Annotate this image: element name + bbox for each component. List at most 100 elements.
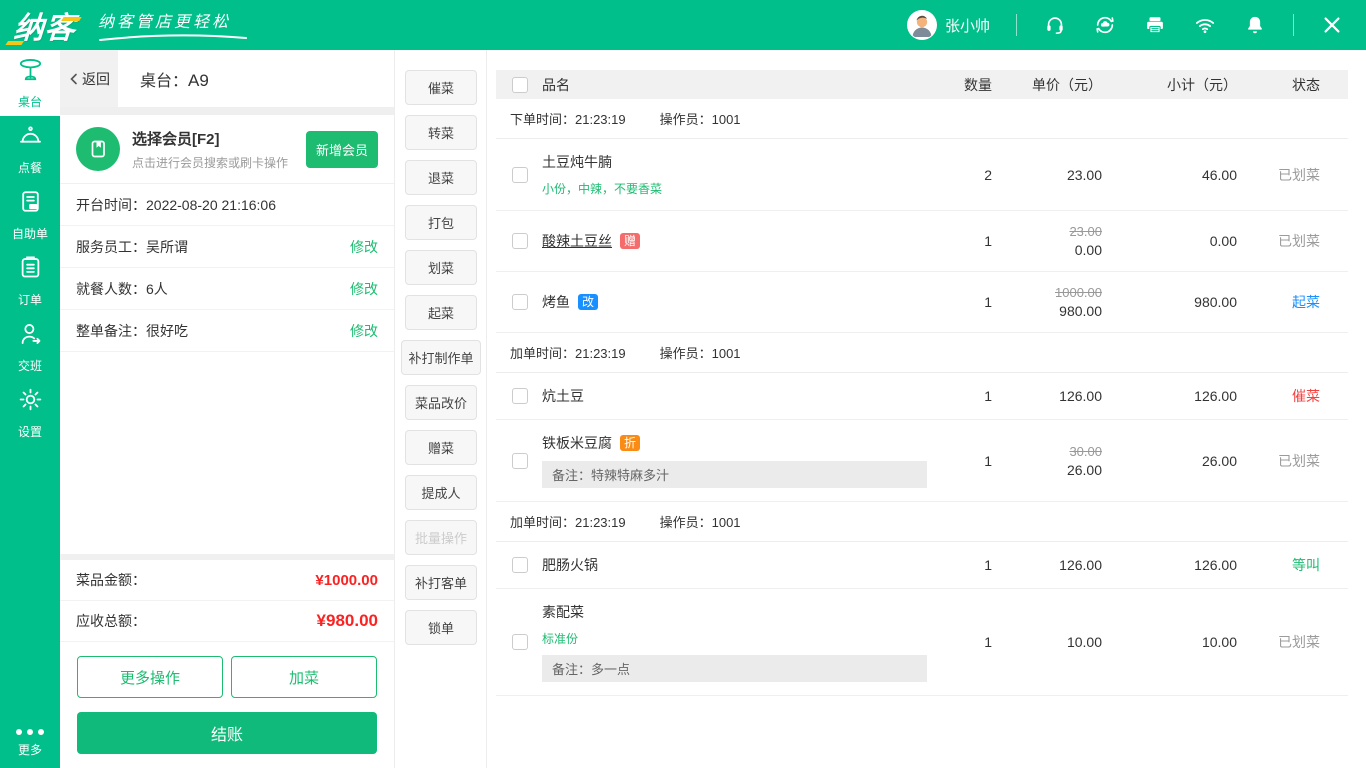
row-checkbox[interactable] <box>512 294 528 310</box>
dish-amount-value: ¥1000.00 <box>315 572 378 589</box>
dish-row[interactable]: 肥肠火锅1126.00126.00等叫 <box>496 542 1348 589</box>
printer-icon[interactable] <box>1143 13 1167 37</box>
header-status: 状态 <box>1237 75 1348 95</box>
sidebar-item-label: 点餐 <box>18 159 42 176</box>
sidebar-item-shift[interactable]: 交班 <box>0 314 60 380</box>
more-operations-button[interactable]: 更多操作 <box>77 656 223 698</box>
action-return-button[interactable]: 退菜 <box>405 160 477 195</box>
bell-icon[interactable] <box>1243 13 1267 37</box>
group-operator: 操作员：1001 <box>660 109 741 128</box>
dish-name-cell: 炕土豆 <box>542 386 942 406</box>
dish-row[interactable]: 素配菜标准份备注：多一点110.0010.00已划菜 <box>496 589 1348 696</box>
dish-name: 土豆炖牛腩 <box>542 152 612 172</box>
back-button[interactable]: 返回 <box>60 50 118 107</box>
dish-qty: 1 <box>942 557 992 573</box>
dish-row[interactable]: 炕土豆1126.00126.00催菜 <box>496 373 1348 420</box>
sidebar-item-tables[interactable]: 桌台 <box>0 50 60 116</box>
table-info-rows: 开台时间：2022-08-20 21:16:06 服务员工：吴所谓 修改 就餐人… <box>60 183 394 352</box>
sidebar-item-more[interactable]: 更多 <box>0 729 60 758</box>
logo-text: 纳客 <box>12 3 77 47</box>
dish-status: 已划菜 <box>1237 632 1348 652</box>
service-icon[interactable] <box>1043 13 1067 37</box>
row-checkbox[interactable] <box>512 388 528 404</box>
slogan-text: 纳客管店更轻松 <box>98 8 248 32</box>
dish-name-cell: 肥肠火锅 <box>542 555 942 575</box>
edit-waiter-link[interactable]: 修改 <box>350 237 378 257</box>
member-select-subtitle: 点击进行会员搜索或刷卡操作 <box>132 154 306 171</box>
action-pack-button[interactable]: 打包 <box>405 205 477 240</box>
payable-total-value: ¥980.00 <box>317 611 378 631</box>
dish-row[interactable]: 酸辣土豆丝赠123.000.000.00已划菜 <box>496 211 1348 272</box>
dish-name: 酸辣土豆丝 <box>542 231 612 251</box>
sidebar-item-orders[interactable]: 订单 <box>0 248 60 314</box>
dish-name: 铁板米豆腐 <box>542 433 612 453</box>
order-group-header: 加单时间：21:23:19操作员：1001 <box>496 502 1348 542</box>
dish-qty: 1 <box>942 453 992 469</box>
action-gift-button[interactable]: 赠菜 <box>405 430 477 465</box>
action-reprice-button[interactable]: 菜品改价 <box>405 385 477 420</box>
add-dish-button[interactable]: 加菜 <box>231 656 377 698</box>
topbar-divider <box>1016 14 1017 36</box>
row-checkbox[interactable] <box>512 634 528 650</box>
sidebar-item-label: 设置 <box>18 423 42 440</box>
action-strike-button[interactable]: 划菜 <box>405 250 477 285</box>
row-checkbox[interactable] <box>512 557 528 573</box>
group-time: 加单时间：21:23:19 <box>510 343 626 362</box>
dish-old-price: 30.00 <box>992 444 1102 459</box>
sidebar-item-order-food[interactable]: 点餐 <box>0 116 60 182</box>
dish-subtotal: 10.00 <box>1102 634 1237 650</box>
topbar: 纳客 纳客管店更轻松 张小帅 <box>0 0 1366 50</box>
close-icon[interactable] <box>1320 13 1344 37</box>
action-serve-button[interactable]: 起菜 <box>405 295 477 330</box>
action-reprint-bill-button[interactable]: 补打客单 <box>405 565 477 600</box>
row-checkbox[interactable] <box>512 453 528 469</box>
dish-old-price: 1000.00 <box>992 285 1102 300</box>
back-label: 返回 <box>82 69 110 89</box>
wifi-icon[interactable] <box>1193 13 1217 37</box>
dish-subtotal: 126.00 <box>1102 557 1237 573</box>
group-operator: 操作员：1001 <box>660 343 741 362</box>
cloud-sync-icon[interactable] <box>1093 13 1117 37</box>
checkout-button[interactable]: 结账 <box>77 712 377 754</box>
panel-gap <box>60 107 394 115</box>
action-commission-button[interactable]: 提成人 <box>405 475 477 510</box>
dish-name: 炕土豆 <box>542 386 584 406</box>
dish-price: 30.0026.00 <box>992 444 1102 478</box>
select-all-checkbox[interactable] <box>512 77 528 93</box>
dish-row[interactable]: 铁板米豆腐折备注：特辣特麻多汁130.0026.0026.00已划菜 <box>496 420 1348 502</box>
sidebar-item-settings[interactable]: 设置 <box>0 380 60 446</box>
dish-row[interactable]: 土豆炖牛腩小份，中辣，不要香菜223.0046.00已划菜 <box>496 139 1348 211</box>
edit-remark-link[interactable]: 修改 <box>350 321 378 341</box>
order-group-header: 加单时间：21:23:19 操作员：1001 <box>496 333 1348 373</box>
dish-name-cell: 酸辣土豆丝赠 <box>542 231 942 251</box>
dish-qty: 1 <box>942 233 992 249</box>
dish-name: 烤鱼 <box>542 292 570 312</box>
sidebar-item-self-service[interactable]: 自助单 <box>0 182 60 248</box>
waiter-row: 服务员工：吴所谓 修改 <box>60 226 394 268</box>
user-chip[interactable]: 张小帅 <box>907 10 990 40</box>
action-lock-button[interactable]: 锁单 <box>405 610 477 645</box>
header-name: 品名 <box>542 75 942 95</box>
action-transfer-button[interactable]: 转菜 <box>405 115 477 150</box>
member-card[interactable]: 选择会员[F2] 点击进行会员搜索或刷卡操作 新增会员 <box>60 115 394 183</box>
edit-guest-count-link[interactable]: 修改 <box>350 279 378 299</box>
dish-price: 126.00 <box>992 557 1102 573</box>
discount-badge: 折 <box>620 435 640 451</box>
action-reprint-make-button[interactable]: 补打制作单 <box>401 340 480 375</box>
dish-qty: 2 <box>942 167 992 183</box>
order-items-area[interactable]: 品名数量单价（元）小计（元）状态下单时间：21:23:19操作员：1001土豆炖… <box>488 50 1366 768</box>
dish-row[interactable]: 烤鱼改11000.00980.00980.00起菜 <box>496 272 1348 333</box>
row-checkbox[interactable] <box>512 167 528 183</box>
dish-name-cell: 烤鱼改 <box>542 292 942 312</box>
open-time-value: 2022-08-20 21:16:06 <box>146 197 276 213</box>
dish-amount-row: 菜品金额： ¥1000.00 <box>60 560 394 601</box>
add-member-button[interactable]: 新增会员 <box>306 131 378 168</box>
waiter-value: 吴所谓 <box>146 237 188 257</box>
action-urge-button[interactable]: 催菜 <box>405 70 477 105</box>
dish-spec: 标准份 <box>542 630 942 647</box>
row-checkbox[interactable] <box>512 233 528 249</box>
dish-qty: 1 <box>942 388 992 404</box>
table-title: 桌台：A9 <box>140 67 209 91</box>
dish-qty: 1 <box>942 634 992 650</box>
dish-subtotal: 46.00 <box>1102 167 1237 183</box>
